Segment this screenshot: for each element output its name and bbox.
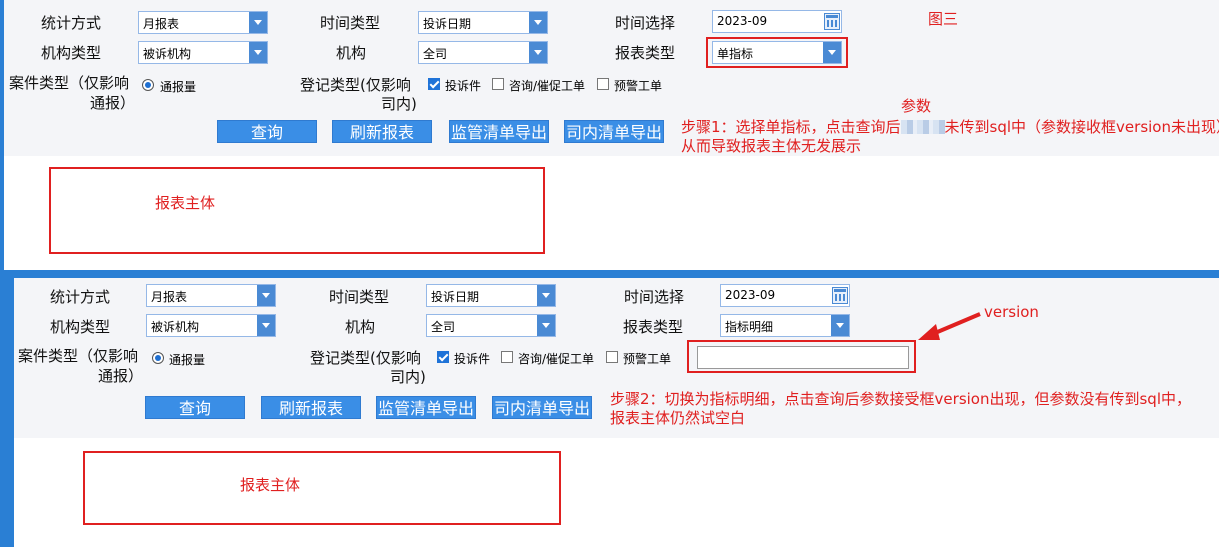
report-body-label: 报表主体 [240,476,301,494]
internal-export-button[interactable]: 司内清单导出 [492,396,592,419]
case-type-radio[interactable] [152,352,164,364]
time-type-label: 时间类型 [329,288,390,306]
report-body-box [49,167,545,254]
reg-type-option-2: 咨询/催促工单 [509,79,586,93]
version-input[interactable] [697,346,909,369]
time-type-label: 时间类型 [320,14,381,32]
chevron-down-icon[interactable] [257,315,275,336]
refresh-report-button[interactable]: 刷新报表 [332,120,432,143]
stat-method-label: 统计方式 [50,288,111,306]
org-type-label: 机构类型 [41,44,102,62]
report-type-label: 报表类型 [615,44,676,62]
figure-label: 图三 [928,10,959,28]
org-select[interactable]: 全司 [426,314,556,337]
query-panel-1: 统计方式 月报表 时间类型 投诉日期 时间选择 2023-09 图三 机构类型 … [4,0,1219,270]
redacted-mask [900,120,945,134]
case-type-label: 案件类型（仅影响 [9,74,130,92]
internal-export-button[interactable]: 司内清单导出 [564,120,664,143]
org-select[interactable]: 全司 [418,41,548,64]
reg-type-checkbox-1[interactable] [428,78,440,90]
case-type-option: 通报量 [169,353,206,367]
query-button[interactable]: 查询 [217,120,317,143]
regulatory-export-button[interactable]: 监管清单导出 [376,396,476,419]
report-type-select[interactable]: 单指标 [712,41,842,64]
reg-type-label-line2: 司内) [390,368,426,386]
refresh-report-button[interactable]: 刷新报表 [261,396,361,419]
calendar-icon[interactable] [824,13,840,30]
org-label: 机构 [345,318,376,336]
time-type-select[interactable]: 投诉日期 [418,11,548,34]
case-type-label-line2: 通报） [98,367,144,385]
query-panel-2: 统计方式 月报表 时间类型 投诉日期 时间选择 2023-09 机构类型 被诉机… [14,278,1219,547]
stat-method-label: 统计方式 [41,14,102,32]
chevron-down-icon[interactable] [823,42,841,63]
reg-type-checkbox-3[interactable] [606,351,618,363]
reg-type-option-3: 预警工单 [623,352,672,366]
reg-type-label-line2: 司内) [381,95,417,113]
case-type-radio[interactable] [142,79,154,91]
step2-annotation: 步骤2：切换为指标明细，点击查询后参数接受框version出现，但参数没有传到s… [610,390,1191,408]
case-type-option: 通报量 [160,80,197,94]
org-type-select[interactable]: 被诉机构 [146,314,276,337]
version-annotation: version [984,303,1039,321]
chevron-down-icon[interactable] [537,285,555,306]
step1-annotation: 步骤1：选择单指标，点击查询后 未传到sql中（参数接收框version未出现）， [681,118,1219,137]
reg-type-option-1: 投诉件 [445,79,482,93]
report-type-select[interactable]: 指标明细 [720,314,850,337]
org-type-select[interactable]: 被诉机构 [138,41,268,64]
chevron-down-icon[interactable] [537,315,555,336]
time-select-label: 时间选择 [615,14,676,32]
chevron-down-icon[interactable] [249,12,267,33]
reg-type-option-1: 投诉件 [454,352,491,366]
time-type-select[interactable]: 投诉日期 [426,284,556,307]
report-body-box [83,451,561,525]
param-annotation: 参数 [901,97,932,115]
org-type-label: 机构类型 [50,318,111,336]
time-select-input[interactable]: 2023-09 [712,10,842,33]
report-body-label: 报表主体 [155,194,216,212]
reg-type-label: 登记类型(仅影响 [300,76,411,94]
stat-method-select[interactable]: 月报表 [138,11,268,34]
report-type-label: 报表类型 [623,318,684,336]
time-select-label: 时间选择 [624,288,685,306]
chevron-down-icon[interactable] [529,42,547,63]
chevron-down-icon[interactable] [249,42,267,63]
step1-annotation-b: 未传到sql中（参数接收框version未出现）， [944,118,1219,136]
reg-type-option-2: 咨询/催促工单 [518,352,595,366]
org-label: 机构 [336,44,367,62]
reg-type-checkbox-2[interactable] [492,78,504,90]
step2-annotation-line2: 报表主体仍然试空白 [610,409,746,427]
reg-type-checkbox-2[interactable] [501,351,513,363]
calendar-icon[interactable] [832,287,848,304]
reg-type-label: 登记类型(仅影响 [310,349,421,367]
reg-type-checkbox-1[interactable] [437,351,449,363]
reg-type-checkbox-3[interactable] [597,78,609,90]
query-button[interactable]: 查询 [145,396,245,419]
step1-annotation-line2: 从而导致报表主体无发展示 [681,137,862,155]
arrow-icon [918,312,981,340]
chevron-down-icon[interactable] [257,285,275,306]
regulatory-export-button[interactable]: 监管清单导出 [449,120,549,143]
chevron-down-icon[interactable] [529,12,547,33]
case-type-label: 案件类型（仅影响 [18,347,139,365]
reg-type-option-3: 预警工单 [614,79,663,93]
stat-method-select[interactable]: 月报表 [146,284,276,307]
time-select-input[interactable]: 2023-09 [720,284,850,307]
chevron-down-icon[interactable] [831,315,849,336]
case-type-label-line2: 通报） [90,94,136,112]
step1-annotation-a: 步骤1：选择单指标，点击查询后 [681,118,901,136]
